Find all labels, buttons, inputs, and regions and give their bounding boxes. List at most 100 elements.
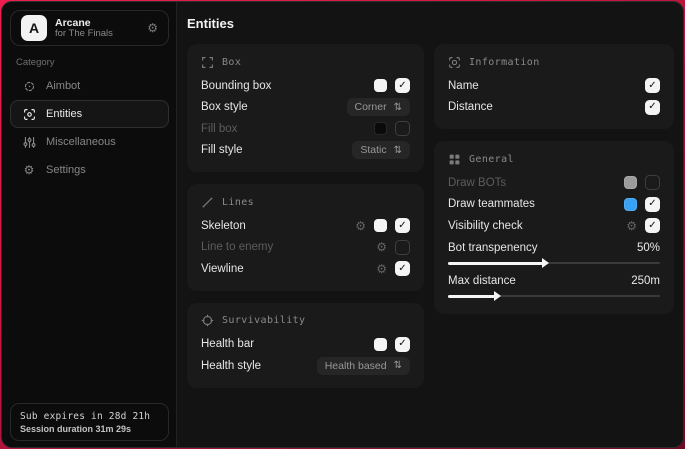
gear-icon[interactable]: ⚙	[147, 21, 158, 35]
app-name: Arcane	[55, 17, 113, 29]
sidebar: A Arcane for The Finals ⚙ Category Aimbo…	[2, 2, 177, 447]
color-swatch[interactable]	[624, 198, 637, 211]
diagonal-line-icon	[201, 196, 214, 209]
checkbox[interactable]: ✓	[395, 78, 410, 93]
row-controls: ⚙✓	[376, 261, 410, 276]
setting-row: Distance ✓	[448, 97, 660, 119]
checkbox[interactable]: ✓	[645, 197, 660, 212]
slider-track[interactable]	[448, 293, 660, 300]
page-title: Entities	[187, 16, 234, 31]
slider-track[interactable]	[448, 260, 660, 267]
select-value: Static	[360, 144, 386, 156]
setting-label: Name	[448, 80, 479, 92]
sidebar-item-miscellaneous[interactable]: Miscellaneous	[10, 128, 169, 156]
row-config-gear-icon[interactable]: ⚙	[355, 220, 366, 232]
sidebar-nav: Aimbot EntitiesMiscellaneous⚙Settings	[2, 72, 176, 184]
settings-column-right: Information Name ✓ Distance ✓ General Draw BOT…	[434, 44, 674, 314]
checkbox[interactable]	[395, 121, 410, 136]
color-swatch[interactable]	[374, 338, 387, 351]
sidebar-item-settings[interactable]: ⚙Settings	[10, 156, 169, 184]
checkmark-icon: ✓	[398, 81, 406, 91]
card-header: Information	[448, 53, 660, 71]
scan-icon	[22, 107, 36, 121]
setting-row: Draw BOTs	[448, 172, 660, 194]
row-controls: ✓	[374, 78, 410, 93]
setting-label: Distance	[448, 101, 493, 113]
card-header: Survivability	[201, 312, 410, 330]
setting-row: Draw teammates ✓	[448, 194, 660, 216]
checkmark-icon: ✓	[648, 102, 656, 112]
row-controls	[374, 121, 410, 136]
color-swatch[interactable]	[374, 219, 387, 232]
slider-thumb-arrow-icon[interactable]	[494, 291, 501, 301]
category-label: Category	[16, 57, 55, 68]
checkmark-icon: ✓	[648, 221, 656, 231]
row-controls: Corner⇅	[347, 98, 411, 116]
slider-row: Max distance250m	[448, 270, 660, 303]
setting-label: Bot transpenency	[448, 242, 538, 254]
settings-card-general: GeneralDraw BOTsDraw teammates✓Visibilit…	[434, 141, 674, 314]
checkbox[interactable]: ✓	[395, 218, 410, 233]
main-content: Entities BoxBounding box✓Box styleCorner…	[177, 2, 683, 447]
checkbox[interactable]: ✓	[395, 261, 410, 276]
card-header: Lines	[201, 193, 410, 211]
setting-label: Draw BOTs	[448, 177, 506, 189]
checkmark-icon: ✓	[648, 199, 656, 209]
app-meta: Arcane for The Finals	[55, 17, 113, 40]
card-header: Box	[201, 53, 410, 71]
slider-thumb-arrow-icon[interactable]	[542, 258, 549, 268]
row-controls: Static ⇅	[352, 141, 410, 159]
target-icon	[201, 314, 214, 327]
setting-label: Line to enemy	[201, 241, 273, 253]
checkbox[interactable]: ✓	[645, 100, 660, 115]
sidebar-item-label: Settings	[46, 164, 86, 176]
row-controls: ⚙✓	[355, 218, 410, 233]
card-title: Survivability	[222, 315, 305, 326]
setting-row: Skeleton⚙✓	[201, 215, 410, 237]
checkmark-icon: ✓	[398, 339, 406, 349]
session-duration-text: Session duration 31m 29s	[20, 424, 159, 434]
setting-label: Bounding box	[201, 80, 271, 92]
checkbox[interactable]: ✓	[395, 337, 410, 352]
checkbox[interactable]: ✓	[645, 218, 660, 233]
color-swatch[interactable]	[374, 79, 387, 92]
card-title: General	[469, 154, 514, 165]
checkmark-icon: ✓	[648, 81, 656, 91]
setting-label: Draw teammates	[448, 198, 535, 210]
setting-label: Max distance	[448, 275, 516, 287]
sidebar-item-entities[interactable]: Entities	[10, 100, 169, 128]
settings-card-box: BoxBounding box✓Box styleCorner⇅Fill box…	[187, 44, 424, 172]
row-config-gear-icon[interactable]: ⚙	[626, 220, 637, 232]
app-window: A Arcane for The Finals ⚙ Category Aimbo…	[1, 1, 684, 448]
row-config-gear-icon[interactable]: ⚙	[376, 241, 387, 253]
setting-row: Fill box	[201, 118, 410, 140]
subscription-info: Sub expires in 28d 21h Session duration …	[10, 403, 169, 441]
color-swatch[interactable]	[374, 122, 387, 135]
settings-card-information: Information Name ✓ Distance ✓	[434, 44, 674, 129]
row-controls: ✓	[645, 78, 660, 93]
row-controls: ✓	[624, 197, 660, 212]
setting-row: Fill styleStatic⇅	[201, 140, 410, 162]
box-corners-icon	[201, 56, 214, 69]
setting-label: Skeleton	[201, 220, 246, 232]
sidebar-item-aimbot[interactable]: Aimbot	[10, 72, 169, 100]
checkbox[interactable]	[645, 175, 660, 190]
row-controls: ✓	[645, 100, 660, 115]
select-dropdown[interactable]: Health based⇅	[317, 357, 410, 375]
settings-card-lines: LinesSkeleton⚙✓Line to enemy⚙Viewline⚙✓	[187, 184, 424, 291]
card-title: Box	[222, 57, 241, 68]
chevron-updown-icon: ⇅	[394, 145, 402, 156]
row-controls: Health based⇅	[317, 357, 410, 375]
color-swatch[interactable]	[624, 176, 637, 189]
checkbox[interactable]	[395, 240, 410, 255]
app-header: A Arcane for The Finals ⚙	[10, 10, 169, 46]
checkbox[interactable]: ✓	[645, 78, 660, 93]
select-dropdown[interactable]: Static ⇅	[352, 141, 410, 159]
row-config-gear-icon[interactable]: ⚙	[376, 263, 387, 275]
select-value: Health based	[325, 360, 387, 372]
setting-row: Visibility check⚙✓	[448, 215, 660, 237]
desktop-background: A Arcane for The Finals ⚙ Category Aimbo…	[0, 0, 685, 449]
sidebar-item-label: Aimbot	[46, 80, 80, 92]
select-dropdown[interactable]: Corner⇅	[347, 98, 411, 116]
card-header: General	[448, 150, 660, 168]
